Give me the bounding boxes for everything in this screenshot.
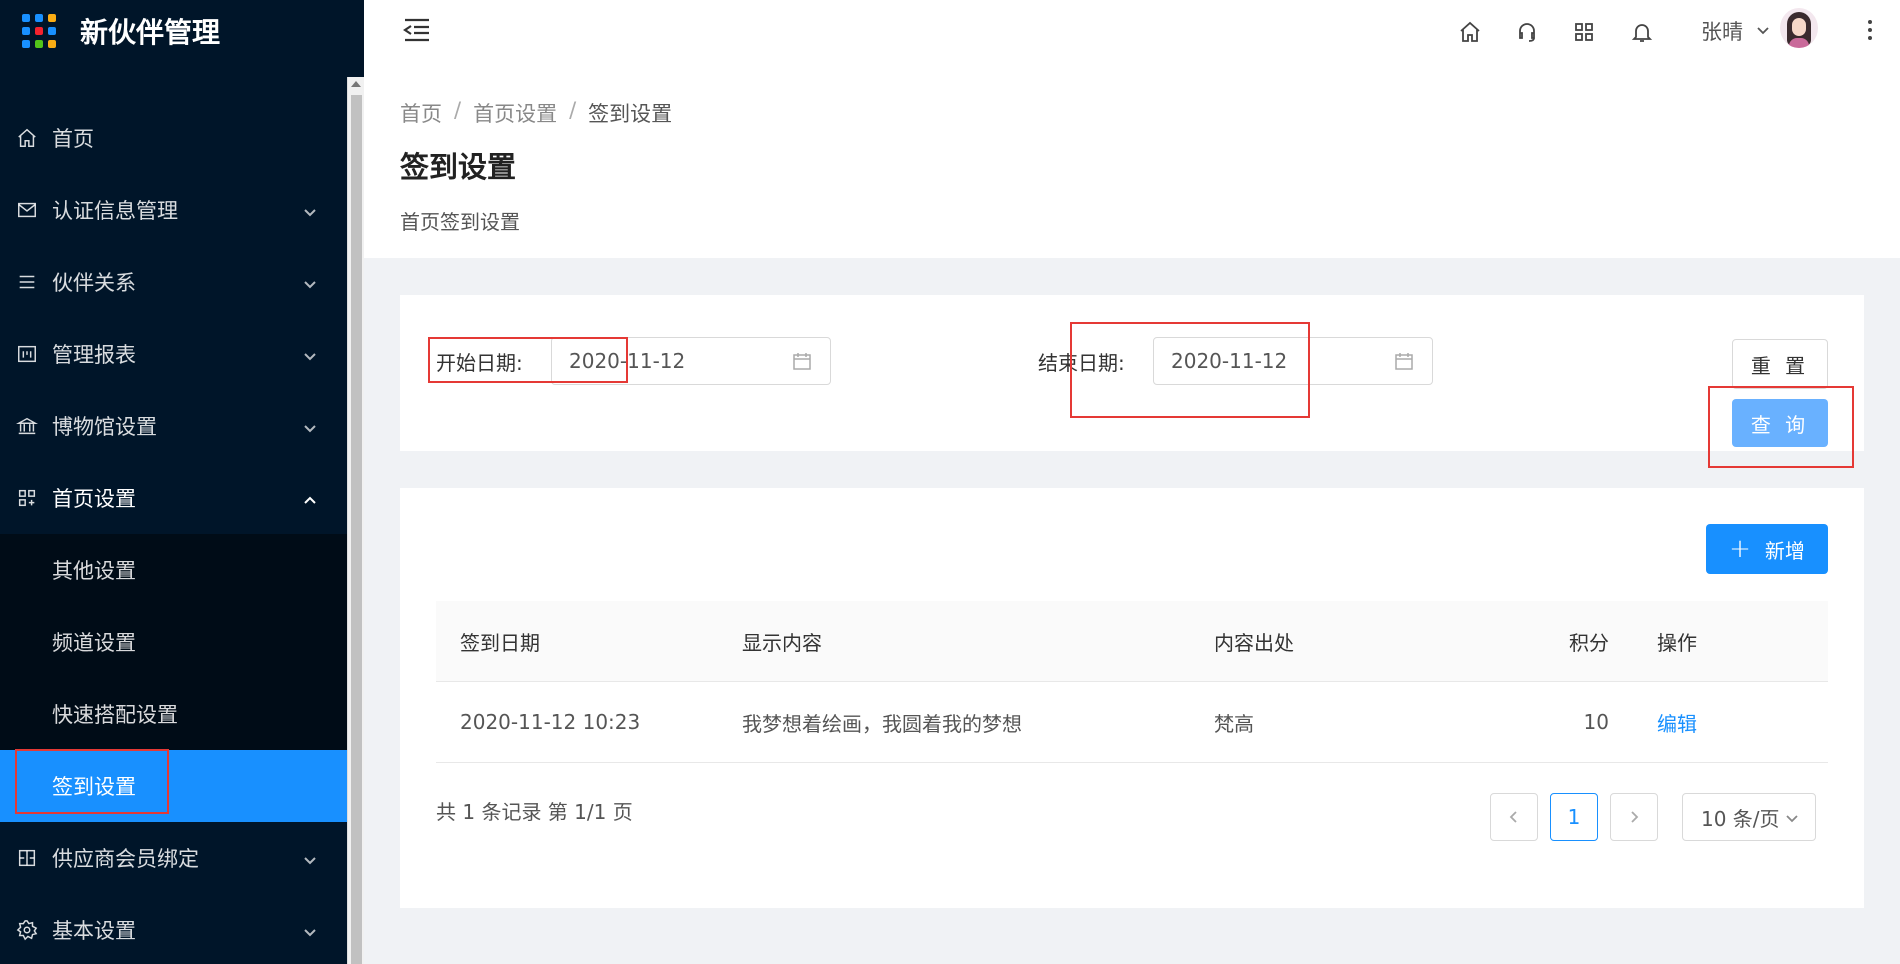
prev-page-button[interactable] [1490, 793, 1538, 841]
query-button[interactable]: 查 询 [1732, 399, 1828, 447]
chevron-down-icon [303, 272, 317, 289]
column-header-action: 操作 [1657, 630, 1697, 655]
sidebar-item-label: 伙伴关系 [52, 271, 136, 295]
cell-action: 编辑 [1609, 708, 1828, 737]
page-number-button[interactable]: 1 [1550, 793, 1598, 841]
end-date-label: 结束日期: [1038, 351, 1125, 375]
appstore-icon [14, 485, 40, 511]
cell-source: 梵高 [1214, 711, 1254, 736]
sidebar-scrollbar[interactable] [347, 77, 364, 964]
sidebar-item-label: 基本设置 [52, 919, 136, 943]
scrollbar-thumb[interactable] [351, 95, 362, 964]
chevron-down-icon [303, 416, 317, 433]
sidebar-item-label: 首页设置 [52, 487, 136, 511]
sidebar-item-reports[interactable]: 管理报表 [0, 318, 347, 390]
sidebar-menu: 首页 认证信息管理 伙伴关系 管理报表 博物馆设置 首页设置 其他设置 频道设置… [0, 102, 347, 964]
chevron-down-icon [303, 200, 317, 217]
column-header-points: 积分 [1569, 630, 1609, 655]
edit-link[interactable]: 编辑 [1657, 712, 1697, 736]
page-size-value: 10 条/页 [1701, 806, 1780, 831]
user-name[interactable]: 张晴 [1701, 16, 1743, 46]
page-header: 首页 / 首页设置 / 签到设置 签到设置 首页签到设置 [364, 76, 1900, 258]
app-title: 新伙伴管理 [80, 16, 221, 49]
sidebar-item-auth-info[interactable]: 认证信息管理 [0, 174, 347, 246]
sidebar: 新伙伴管理 首页 认证信息管理 伙伴关系 管理报表 博物馆设置 首页设置 其他设… [0, 0, 364, 964]
cell-date: 2020-11-12 10:23 [460, 710, 641, 734]
chevron-down-icon [303, 848, 317, 865]
end-date-value: 2020-11-12 [1171, 349, 1288, 373]
start-date-picker[interactable]: 2020-11-12 [551, 337, 831, 385]
setting-icon [14, 917, 40, 943]
more-icon[interactable] [1866, 20, 1874, 44]
chevron-down-icon[interactable] [1756, 22, 1770, 36]
table-header: 签到日期 显示内容 内容出处 积分 操作 [436, 601, 1828, 682]
breadcrumb: 首页 / 首页设置 / 签到设置 [400, 98, 673, 128]
next-page-button[interactable] [1610, 793, 1658, 841]
chevron-down-icon [303, 920, 317, 937]
chevron-down-icon [1786, 815, 1798, 823]
add-button-label: 新增 [1764, 538, 1805, 563]
pagination-total: 共 1 条记录 第 1/1 页 [436, 800, 633, 824]
calendar-icon [792, 351, 812, 371]
search-form-card: 开始日期: 2020-11-12 结束日期: 2020-11-12 重 置 查 … [400, 295, 1864, 451]
sidebar-item-partners[interactable]: 伙伴关系 [0, 246, 347, 318]
bell-icon[interactable] [1628, 18, 1656, 46]
sidebar-item-label: 博物馆设置 [52, 415, 157, 439]
start-date-value: 2020-11-12 [569, 349, 686, 373]
menu-fold-icon[interactable] [402, 16, 432, 44]
bind-icon [14, 845, 40, 871]
chevron-left-icon [1509, 811, 1517, 823]
chevron-right-icon [1631, 811, 1639, 823]
home-icon[interactable] [1456, 18, 1484, 46]
sidebar-item-label: 供应商会员绑定 [52, 847, 199, 871]
table-row: 2020-11-12 10:23 我梦想着绘画，我圆着我的梦想 梵高 10 编辑 [436, 682, 1828, 763]
column-header-content: 显示内容 [742, 630, 822, 655]
chevron-up-icon [303, 488, 317, 504]
appstore-icon[interactable] [1570, 18, 1598, 46]
sidebar-item-home[interactable]: 首页 [0, 102, 347, 174]
sidebar-item-supplier-binding[interactable]: 供应商会员绑定 [0, 822, 347, 894]
sidebar-item-basic-settings[interactable]: 基本设置 [0, 894, 347, 964]
table-card: + 新增 签到日期 显示内容 内容出处 积分 操作 2020-11-12 10:… [400, 488, 1864, 908]
calendar-icon [1394, 351, 1414, 371]
home-icon [14, 125, 40, 151]
sidebar-item-home-settings[interactable]: 首页设置 [0, 462, 347, 534]
sidebar-item-label: 认证信息管理 [52, 199, 178, 223]
sidebar-item-label: 管理报表 [52, 343, 136, 367]
page-title: 签到设置 [400, 150, 517, 184]
sidebar-item-signin-settings[interactable]: 签到设置 [0, 750, 347, 822]
sidebar-item-other-settings[interactable]: 其他设置 [0, 534, 347, 606]
report-icon [14, 341, 40, 367]
submenu-home-settings: 其他设置 频道设置 快速搭配设置 签到设置 [0, 534, 347, 822]
sidebar-item-channel-settings[interactable]: 频道设置 [0, 606, 347, 678]
scroll-up-arrow-icon[interactable] [351, 81, 361, 87]
headset-icon[interactable] [1513, 18, 1541, 46]
end-date-picker[interactable]: 2020-11-12 [1153, 337, 1433, 385]
add-button[interactable]: + 新增 [1706, 524, 1828, 574]
sidebar-item-museum[interactable]: 博物馆设置 [0, 390, 347, 462]
column-header-source: 内容出处 [1214, 630, 1294, 655]
breadcrumb-item-home[interactable]: 首页 [400, 98, 442, 128]
start-date-label: 开始日期: [436, 351, 523, 375]
cell-points: 10 [1583, 710, 1609, 734]
chevron-down-icon [303, 344, 317, 361]
signin-table: 签到日期 显示内容 内容出处 积分 操作 2020-11-12 10:23 我梦… [436, 601, 1828, 763]
sidebar-item-quick-match-settings[interactable]: 快速搭配设置 [0, 678, 347, 750]
bank-icon [14, 413, 40, 439]
cell-content: 我梦想着绘画，我圆着我的梦想 [742, 711, 1022, 736]
logo: 新伙伴管理 [0, 0, 364, 62]
breadcrumb-item-current: 签到设置 [588, 102, 673, 126]
page-size-select[interactable]: 10 条/页 [1682, 793, 1816, 841]
apps-grid-icon [22, 14, 58, 48]
mail-icon [14, 197, 40, 223]
plus-icon: + [1729, 534, 1751, 564]
list-icon [14, 269, 40, 295]
sidebar-item-label: 首页 [52, 127, 94, 151]
top-header: 张晴 [364, 0, 1900, 76]
column-header-date: 签到日期 [460, 630, 540, 655]
reset-button[interactable]: 重 置 [1732, 339, 1828, 389]
page-description: 首页签到设置 [400, 210, 520, 234]
avatar[interactable] [1780, 8, 1818, 48]
breadcrumb-item-home-settings[interactable]: 首页设置 [473, 98, 557, 128]
